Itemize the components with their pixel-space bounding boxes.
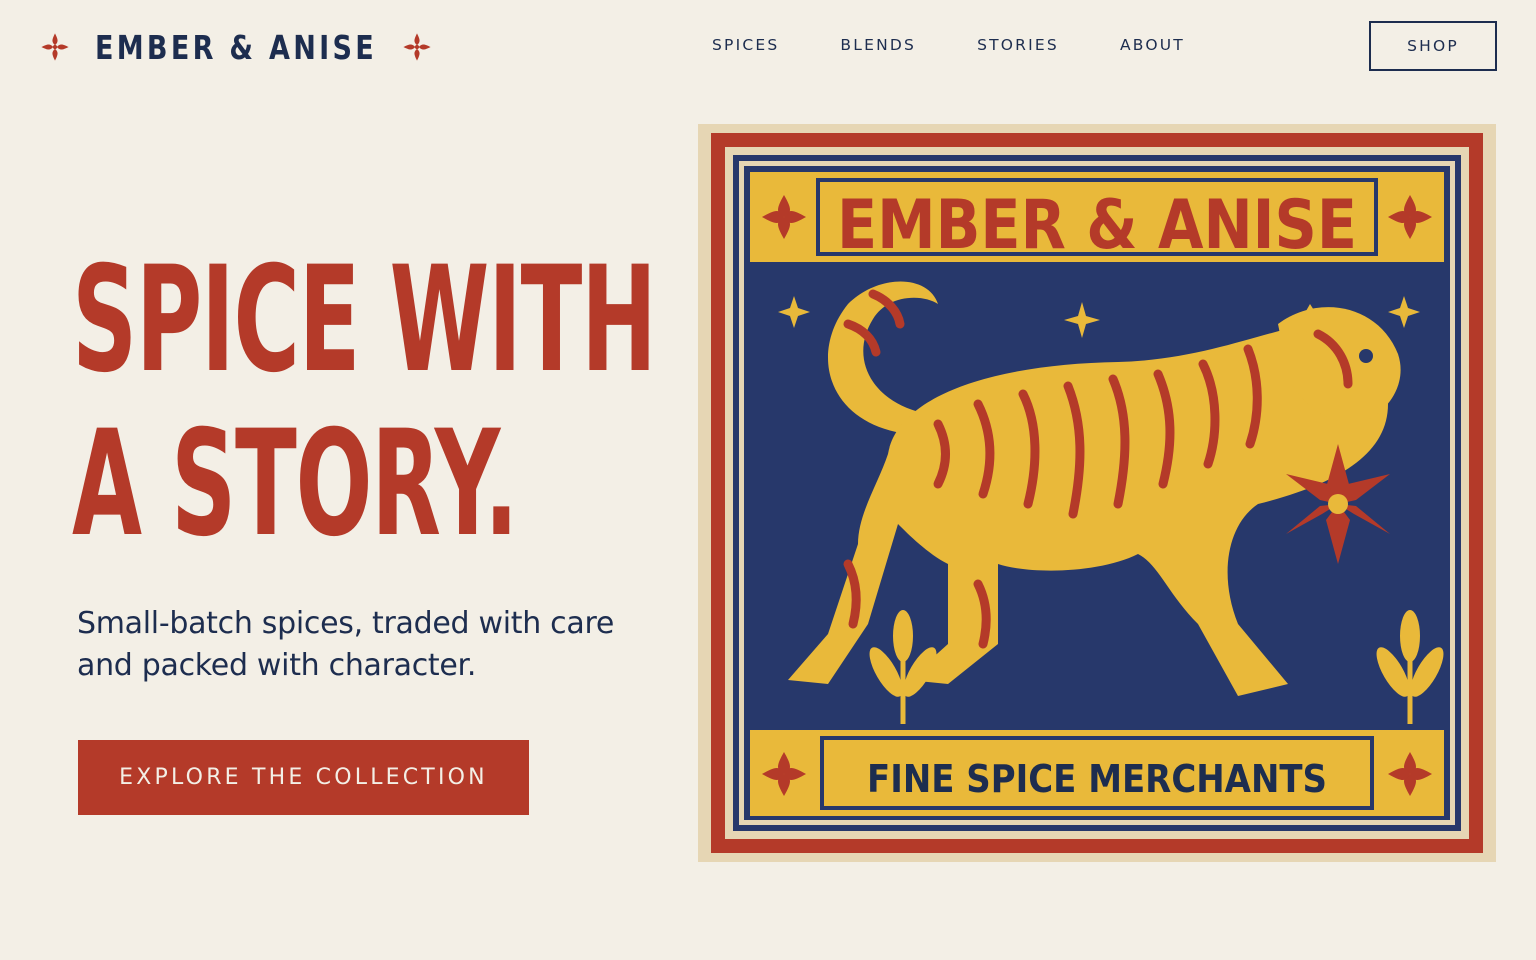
hero-subhead: Small-batch spices, traded with care and… [77,606,614,683]
nav-blends[interactable]: BLENDS [840,36,916,54]
nav-stories[interactable]: STORIES [977,36,1059,54]
floral-flourish-icon [403,33,431,61]
brand-name: EMBER & ANISE [94,27,378,67]
nav-about[interactable]: ABOUT [1120,36,1185,54]
spice-label-illustration: EMBER & ANISE FINE SPICE MERCHANTS [698,124,1496,862]
hero-headline-line-2: A STORY. [72,399,518,569]
shop-button[interactable]: SHOP [1369,21,1497,71]
brand-logo[interactable]: EMBER & ANISE [38,26,434,68]
floral-flourish-icon [41,33,69,61]
hero-headline-line-1: SPICE WITH [72,235,657,405]
nav-spices[interactable]: SPICES [712,36,779,54]
label-top-text: EMBER & ANISE [837,186,1357,265]
main-nav: SPICES BLENDS STORIES ABOUT [712,36,1246,54]
hero-headline: SPICE WITH A STORY. [72,235,657,569]
explore-collection-button[interactable]: EXPLORE THE COLLECTION [78,740,529,815]
label-bottom-text: FINE SPICE MERCHANTS [867,757,1327,801]
